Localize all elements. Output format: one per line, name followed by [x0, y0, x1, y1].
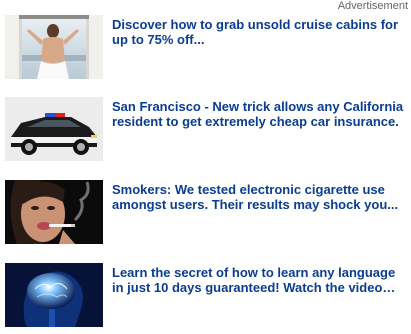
ad-item-e-cigarette[interactable]: Smokers: We tested electronic cigarette …: [5, 180, 411, 244]
ad-headline[interactable]: San Francisco - New trick allows any Cal…: [112, 99, 407, 129]
advertisement-label: Advertisement: [337, 0, 408, 12]
ad-item-language[interactable]: Learn the secret of how to learn any lan…: [5, 263, 411, 327]
ad-item-car-insurance[interactable]: San Francisco - New trick allows any Cal…: [5, 97, 411, 161]
ad-headline[interactable]: Learn the secret of how to learn any lan…: [112, 265, 407, 295]
woman-smoking-image[interactable]: [5, 180, 103, 244]
ad-headline[interactable]: Discover how to grab unsold cruise cabin…: [112, 17, 407, 47]
woman-window-ocean-image[interactable]: [5, 15, 103, 79]
police-car-image[interactable]: [5, 97, 103, 161]
ad-widget: Advertisement Discover how to grab unsol…: [0, 0, 411, 334]
ad-headline[interactable]: Smokers: We tested electronic cigarette …: [112, 182, 407, 212]
ad-item-cruise[interactable]: Discover how to grab unsold cruise cabin…: [5, 15, 411, 79]
glowing-brain-image[interactable]: [5, 263, 103, 327]
